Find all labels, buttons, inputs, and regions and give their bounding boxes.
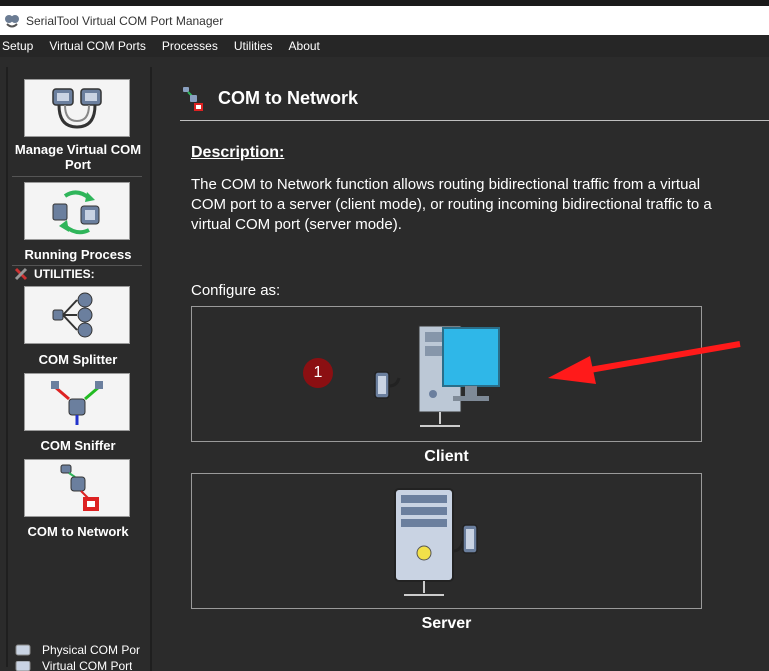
running-process-label: Running Process <box>24 247 132 262</box>
com-sniffer-icon <box>51 381 103 425</box>
running-process-icon <box>52 190 100 235</box>
virtual-com-port-label: Virtual COM Port <box>42 661 133 671</box>
com-splitter-button[interactable] <box>24 286 130 344</box>
menu-processes[interactable]: Processes <box>160 39 226 53</box>
server-computer-icon <box>393 488 478 596</box>
configure-label: Configure as: <box>191 282 281 299</box>
server-option-button[interactable] <box>191 473 702 609</box>
menu-bar: Setup Virtual COM Ports Processes Utilit… <box>0 35 769 57</box>
main-panel: COM to Network Description: The COM to N… <box>166 66 769 671</box>
com-to-network-label: COM to Network <box>27 524 129 539</box>
running-process-button[interactable] <box>24 182 130 240</box>
com-to-network-icon <box>183 87 203 111</box>
sidebar: Manage Virtual COM Port Running Process … <box>0 57 152 671</box>
menu-utilities[interactable]: Utilities <box>232 39 281 53</box>
physical-com-port-item[interactable]: Physical COM Por <box>14 642 140 658</box>
window-title: SerialTool Virtual COM Port Manager <box>26 13 224 28</box>
client-computer-icon <box>373 325 500 427</box>
sidebar-divider <box>150 67 152 671</box>
com-sniffer-button[interactable] <box>24 373 130 431</box>
menu-setup[interactable]: Setup <box>0 39 41 53</box>
com-to-network-button[interactable] <box>24 459 130 517</box>
main-header: COM to Network <box>180 76 769 121</box>
description-title: Description: <box>191 144 285 161</box>
sidebar-separator <box>12 265 142 266</box>
description-text: The COM to Network function allows routi… <box>191 176 712 233</box>
com-splitter-label: COM Splitter <box>38 352 118 367</box>
server-label: Server <box>421 615 472 632</box>
menu-virtual-com-ports[interactable]: Virtual COM Ports <box>47 39 153 53</box>
app-icon <box>5 14 19 27</box>
manage-virtual-com-port-label: Manage Virtual COM Port <box>14 142 142 172</box>
com-sniffer-label: COM Sniffer <box>40 438 116 453</box>
virtual-com-port-icon <box>15 661 31 671</box>
page-title: COM to Network <box>218 87 359 108</box>
physical-com-port-icon <box>15 644 31 656</box>
physical-com-port-label: Physical COM Por <box>42 643 141 657</box>
client-label: Client <box>424 448 469 465</box>
sidebar-left-border <box>6 67 8 667</box>
utilities-header: UTILITIES: <box>14 267 95 281</box>
tools-icon <box>14 267 28 281</box>
menu-about[interactable]: About <box>287 39 328 53</box>
com-splitter-icon <box>52 292 93 338</box>
virtual-com-port-item[interactable]: Virtual COM Port <box>14 661 132 671</box>
step-badge: 1 <box>303 358 333 388</box>
utilities-header-label: UTILITIES: <box>34 267 95 281</box>
sidebar-separator <box>12 176 142 177</box>
com-to-network-icon <box>60 464 99 511</box>
red-arrow-annotation <box>548 341 741 384</box>
manage-virtual-com-port-button[interactable] <box>24 79 130 137</box>
com-connector-pair-icon <box>52 88 102 129</box>
title-bar: SerialTool Virtual COM Port Manager <box>0 6 769 35</box>
